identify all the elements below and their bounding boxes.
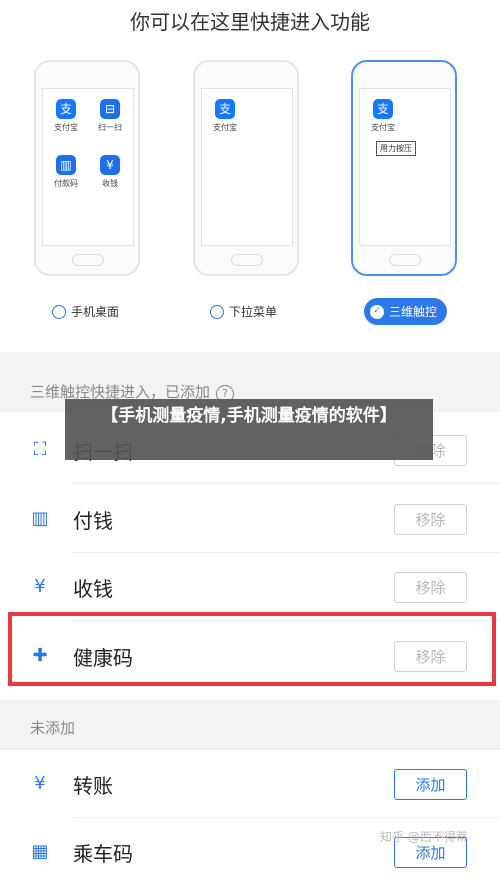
phone-screen: 支支付宝 用力按压 bbox=[359, 88, 451, 246]
watermark: 知乎 @西不得蒂 bbox=[380, 830, 468, 844]
list-item: ▥ 付钱 移除 bbox=[0, 485, 500, 553]
app-collect: ¥ 收钱 bbox=[90, 155, 130, 189]
radio-icon bbox=[210, 304, 224, 319]
collect-money-icon: ¥ bbox=[100, 155, 120, 175]
paycode-icon: ▥ bbox=[31, 508, 49, 529]
home-button bbox=[389, 254, 421, 266]
home-button bbox=[72, 254, 104, 266]
remove-button[interactable]: 移除 bbox=[394, 572, 467, 603]
transit-code-icon: ▦ bbox=[31, 841, 49, 862]
collect-money-icon: ¥ bbox=[34, 576, 46, 597]
phone-preview-desktop: 支支付宝 ⊟ 扫一扫 ▥ 付款码 ¥ 收钱 bbox=[34, 60, 140, 276]
mode-option-desktop[interactable]: 手机桌面 bbox=[52, 303, 119, 320]
app-scan: ⊟ 扫一扫 bbox=[90, 99, 130, 133]
title-overlay: 【手机测量疫情,手机测量疫情的软件】 bbox=[65, 399, 433, 460]
transfer-icon: ¥ bbox=[34, 773, 46, 794]
app-alipay: 支支付宝 bbox=[46, 99, 86, 133]
list-item: ¥ 转账 添加 bbox=[0, 750, 500, 818]
press-hint: 用力按压 bbox=[376, 141, 416, 156]
mode-option-dropdown[interactable]: 下拉菜单 bbox=[210, 303, 277, 320]
phone-screen: 支支付宝 bbox=[201, 88, 293, 246]
mode-option-3d-touch[interactable]: ✓ 三维触控 bbox=[364, 298, 448, 325]
app-alipay: 支支付宝 bbox=[205, 99, 245, 133]
alipay-icon: 支 bbox=[373, 99, 393, 119]
paycode-icon: ▥ bbox=[56, 155, 76, 175]
page-heading: 你可以在这里快捷进入功能 bbox=[130, 10, 370, 34]
phone-preview-3d-touch: 支支付宝 用力按压 bbox=[351, 60, 457, 276]
highlight-box bbox=[8, 612, 496, 686]
not-added-section-title: 未添加 bbox=[30, 719, 76, 737]
add-button[interactable]: 添加 bbox=[394, 769, 467, 800]
alipay-icon: 支 bbox=[56, 99, 76, 119]
check-icon: ✓ bbox=[370, 304, 384, 319]
home-button bbox=[231, 254, 263, 266]
list-item: ¥ 收钱 移除 bbox=[0, 553, 500, 621]
alipay-icon: 支 bbox=[215, 99, 235, 119]
phone-screen: 支支付宝 ⊟ 扫一扫 ▥ 付款码 ¥ 收钱 bbox=[42, 88, 134, 246]
scan-icon: ⛶ bbox=[33, 439, 47, 460]
scan-icon: ⊟ bbox=[100, 99, 120, 119]
app-alipay: 支支付宝 bbox=[363, 99, 403, 133]
phone-preview-dropdown: 支支付宝 bbox=[193, 60, 299, 276]
radio-icon bbox=[52, 304, 66, 319]
remove-button[interactable]: 移除 bbox=[394, 504, 467, 535]
app-paycode: ▥ 付款码 bbox=[46, 155, 86, 189]
